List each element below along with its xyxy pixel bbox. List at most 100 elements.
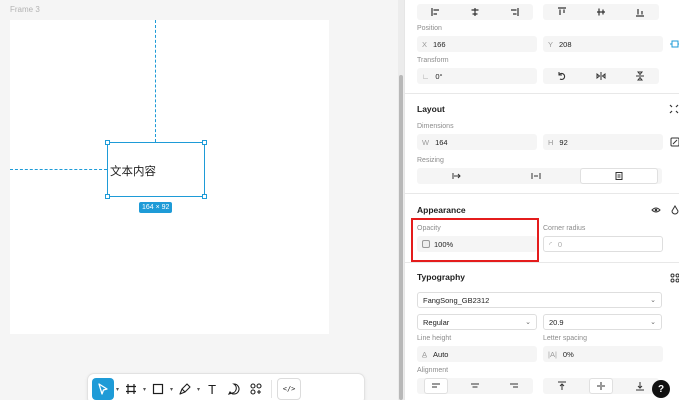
shape-tool-chevron-icon[interactable]: ▾	[170, 386, 173, 393]
constraints-icon[interactable]	[669, 38, 679, 50]
line-height-value: Auto	[433, 349, 449, 359]
help-button[interactable]: ?	[652, 380, 670, 398]
position-label: Position	[417, 25, 442, 32]
frame-label[interactable]: Frame 3	[10, 5, 40, 14]
resize-handle-bottom-left[interactable]	[105, 194, 110, 199]
line-height-field[interactable]: A̲ Auto	[417, 346, 537, 362]
toolbar-divider	[271, 380, 273, 398]
actions-tool-button[interactable]	[246, 378, 266, 400]
bottom-toolbar: ▾ ▾ ▾ ▾ T </>	[88, 374, 364, 400]
frame-tool-button[interactable]	[121, 378, 141, 400]
resize-handle-bottom-right[interactable]	[202, 194, 207, 199]
corner-radius-field[interactable]: ◜ 0	[543, 236, 663, 252]
align-left-icon[interactable]	[424, 4, 448, 20]
actions-icon	[250, 383, 262, 395]
height-field[interactable]: H 92	[543, 134, 663, 150]
x-position-field[interactable]: X 166	[417, 36, 537, 52]
auto-layout-icon[interactable]	[668, 103, 679, 115]
align-top-icon[interactable]	[550, 4, 574, 20]
text-tool-button[interactable]: T	[202, 378, 222, 400]
section-divider	[405, 193, 679, 194]
letter-spacing-label: Letter spacing	[543, 335, 587, 342]
frame-tool-chevron-icon[interactable]: ▾	[143, 386, 146, 393]
pen-tool-chevron-icon[interactable]: ▾	[197, 386, 200, 393]
y-value: 208	[559, 39, 572, 49]
y-position-field[interactable]: Y 208	[543, 36, 663, 52]
design-canvas[interactable]: Frame 3 文本内容 164 × 92	[0, 0, 404, 400]
font-style-select[interactable]: Regular ⌄	[417, 314, 537, 330]
align-center-vertical-icon[interactable]	[589, 4, 613, 20]
font-size-select[interactable]: 20.9 ⌄	[543, 314, 662, 330]
horizontal-guide	[10, 169, 107, 170]
canvas-scrollbar-thumb[interactable]	[399, 75, 403, 400]
align-bottom-icon[interactable]	[628, 4, 652, 20]
rotation-field[interactable]: ∟ 0°	[417, 68, 537, 84]
letter-spacing-field[interactable]: |A| 0%	[543, 346, 663, 362]
text-align-right-icon[interactable]	[502, 378, 526, 394]
pen-tool-button[interactable]	[175, 378, 195, 400]
font-family-value: FangSong_GB2312	[423, 295, 490, 305]
w-prefix: W	[422, 137, 430, 147]
section-divider	[405, 262, 679, 263]
flip-vertical-icon[interactable]	[628, 68, 652, 84]
rotation-value: 0°	[435, 71, 443, 81]
shape-tool-button[interactable]	[148, 378, 168, 400]
x-value: 166	[433, 39, 446, 49]
resize-handle-top-right[interactable]	[202, 140, 207, 145]
help-icon: ?	[657, 383, 665, 395]
resize-fixed-width-icon[interactable]	[422, 168, 492, 184]
resizing-options-group	[417, 168, 662, 184]
flip-horizontal-icon[interactable]	[589, 68, 613, 84]
letter-spacing-value: 0%	[562, 349, 574, 359]
text-align-left-icon[interactable]	[424, 378, 449, 394]
typography-section-title: Typography	[417, 272, 466, 282]
section-divider	[405, 93, 679, 94]
chevron-down-icon: ⌄	[650, 319, 656, 326]
align-center-horizontal-icon[interactable]	[463, 4, 487, 20]
font-family-select[interactable]: FangSong_GB2312 ⌄	[417, 292, 662, 308]
chevron-down-icon: ⌄	[525, 319, 531, 326]
resize-hug-width-icon[interactable]	[501, 168, 571, 184]
selected-text-layer[interactable]: 文本内容	[105, 140, 207, 199]
move-tool-button[interactable]	[92, 378, 114, 400]
dimensions-label: Dimensions	[417, 123, 454, 130]
eye-icon[interactable]	[650, 204, 662, 216]
resize-handle-top-left[interactable]	[105, 140, 110, 145]
chevron-down-icon: ⌄	[650, 297, 656, 304]
text-align-top-icon[interactable]	[550, 378, 574, 394]
width-value: 164	[435, 137, 448, 147]
resizing-label: Resizing	[417, 157, 444, 164]
corner-radius-label: Corner radius	[543, 225, 586, 232]
type-settings-icon[interactable]	[669, 272, 679, 284]
pen-icon	[179, 383, 191, 395]
alignment-label: Alignment	[417, 367, 449, 374]
transform-label: Transform	[417, 57, 449, 64]
blend-mode-icon[interactable]	[669, 204, 679, 216]
line-height-label: Line height	[417, 335, 452, 342]
layout-section-title: Layout	[417, 104, 445, 114]
rotation-icon: ∟	[422, 71, 430, 81]
align-right-icon[interactable]	[502, 4, 526, 20]
comment-tool-button[interactable]	[224, 378, 244, 400]
move-tool-chevron-icon[interactable]: ▾	[116, 386, 119, 393]
y-prefix: Y	[548, 39, 554, 49]
rectangle-icon	[152, 383, 164, 395]
font-size-value: 20.9	[549, 317, 564, 327]
rotate-icon[interactable]	[550, 68, 574, 84]
text-align-middle-icon[interactable]	[588, 378, 613, 394]
resize-fixed-size-icon[interactable]	[579, 168, 658, 184]
dev-mode-toggle[interactable]: </>	[277, 378, 302, 400]
height-value: 92	[559, 137, 568, 147]
text-align-bottom-icon[interactable]	[628, 378, 652, 394]
text-layer-content[interactable]: 文本内容	[110, 163, 156, 179]
appearance-section-title: Appearance	[417, 205, 466, 215]
text-icon: T	[208, 381, 217, 397]
hash-icon	[126, 384, 137, 394]
lock-aspect-ratio-icon[interactable]	[669, 136, 679, 148]
text-align-center-icon[interactable]	[463, 378, 487, 394]
properties-panel: Position X 166 Y 208 Transform ∟ 0° Layo…	[404, 0, 679, 400]
width-field[interactable]: W 164	[417, 134, 537, 150]
corner-radius-value: 0	[557, 239, 563, 249]
font-style-value: Regular	[423, 317, 450, 327]
transform-actions-group	[543, 68, 659, 84]
